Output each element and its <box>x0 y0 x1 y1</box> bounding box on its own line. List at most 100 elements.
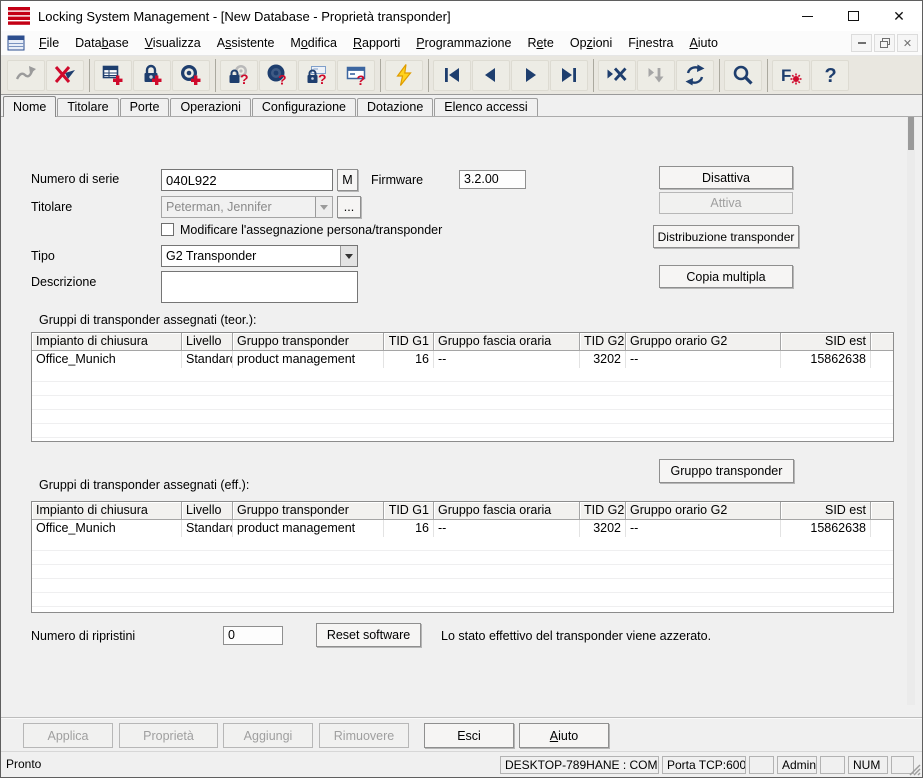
read-lock-button[interactable]: ? <box>220 60 258 91</box>
last-record-button[interactable] <box>550 60 588 91</box>
scrollbar-thumb[interactable] <box>908 117 914 150</box>
col-fascia-oraria[interactable]: Gruppo fascia oraria <box>434 502 580 520</box>
menu-modifica[interactable]: Modifica <box>282 33 345 54</box>
new-transponder-button[interactable] <box>172 60 210 91</box>
toolbar-separator <box>89 59 90 92</box>
col-fascia-oraria[interactable]: Gruppo fascia oraria <box>434 333 580 351</box>
menu-programmazione[interactable]: Programmazione <box>408 33 519 54</box>
new-locking-system-button[interactable] <box>94 60 132 91</box>
resize-grip-icon[interactable] <box>907 762 921 776</box>
search-button[interactable] <box>724 60 762 91</box>
mdi-close-button[interactable]: ✕ <box>897 34 918 52</box>
reset-count-label: Numero di ripristini <box>31 629 135 643</box>
maximize-button[interactable] <box>830 1 876 31</box>
table-row[interactable]: Office_Munich Standard product managemen… <box>32 520 893 537</box>
cell: 16 <box>384 351 434 368</box>
read-network-icon: ? <box>344 63 368 87</box>
menu-visualizza[interactable]: Visualizza <box>137 33 209 54</box>
post-record-button <box>637 60 675 91</box>
connect-button <box>7 60 45 91</box>
menu-rapporti[interactable]: Rapporti <box>345 33 408 54</box>
col-impianto[interactable]: Impianto di chiusura <box>32 333 182 351</box>
m-button[interactable]: M <box>337 169 358 191</box>
minimize-button[interactable] <box>784 1 830 31</box>
menu-aiuto[interactable]: Aiuto <box>681 33 726 54</box>
menu-database[interactable]: Database <box>67 33 137 54</box>
menu-finestra[interactable]: Finestra <box>620 33 681 54</box>
read-transponder-icon: ? <box>266 63 290 87</box>
program-icon <box>392 63 416 87</box>
col-sid-est[interactable]: SID est <box>781 333 871 351</box>
cell: product management <box>233 351 384 368</box>
filter-button[interactable]: F <box>772 60 810 91</box>
tab-dotazione[interactable]: Dotazione <box>357 98 433 116</box>
activate-button: Attiva <box>659 192 793 214</box>
distribute-transponder-button[interactable]: Distribuzione transponder <box>653 225 799 248</box>
mdi-restore-button[interactable] <box>874 34 895 52</box>
col-filler <box>871 333 893 351</box>
read-g2-lock-icon: ? <box>305 63 329 87</box>
exit-button[interactable]: Esci <box>424 723 514 748</box>
reset-software-button[interactable]: Reset software <box>316 623 421 647</box>
close-button[interactable]: ✕ <box>876 1 922 31</box>
col-tid-g1[interactable]: TID G1 <box>384 333 434 351</box>
tab-titolare[interactable]: Titolare <box>57 98 118 116</box>
table-row[interactable]: Office_Munich Standard product managemen… <box>32 351 893 368</box>
menu-assistente[interactable]: Assistente <box>209 33 283 54</box>
tab-configurazione[interactable]: Configurazione <box>252 98 356 116</box>
menu-file[interactable]: File <box>31 33 67 54</box>
maximize-icon <box>848 11 859 21</box>
status-host: DESKTOP-789HANE : COM(*) <box>500 756 659 774</box>
tab-porte[interactable]: Porte <box>120 98 170 116</box>
tab-nome[interactable]: Nome <box>3 96 56 117</box>
col-gruppo-orario-g2[interactable]: Gruppo orario G2 <box>626 333 781 351</box>
tab-operazioni[interactable]: Operazioni <box>170 98 250 116</box>
change-assignment-checkbox[interactable] <box>161 223 174 236</box>
multi-copy-button[interactable]: Copia multipla <box>659 265 793 288</box>
tabstrip: Nome Titolare Porte Operazioni Configura… <box>1 95 922 117</box>
col-tid-g2[interactable]: TID G2 <box>580 502 626 520</box>
previous-record-button[interactable] <box>472 60 510 91</box>
mdi-minimize-button[interactable] <box>851 34 872 52</box>
col-tid-g1[interactable]: TID G1 <box>384 502 434 520</box>
serial-input[interactable] <box>161 169 333 191</box>
col-tid-g2[interactable]: TID G2 <box>580 333 626 351</box>
col-gruppo-orario-g2[interactable]: Gruppo orario G2 <box>626 502 781 520</box>
col-livello[interactable]: Livello <box>182 333 233 351</box>
type-select[interactable]: G2 Transponder <box>161 245 358 267</box>
new-lock-icon <box>140 63 164 87</box>
help-footer-button[interactable]: Aiuto <box>519 723 609 748</box>
program-button[interactable] <box>385 60 423 91</box>
col-impianto[interactable]: Impianto di chiusura <box>32 502 182 520</box>
cancel-record-button[interactable] <box>598 60 636 91</box>
deactivate-button[interactable]: Disattiva <box>659 166 793 189</box>
apply-button: Applica <box>23 723 113 748</box>
disconnect-button[interactable] <box>46 60 84 91</box>
toolbar-separator <box>767 59 768 92</box>
chevron-down-icon <box>340 246 357 266</box>
col-gruppo-transponder[interactable]: Gruppo transponder <box>233 333 384 351</box>
vertical-scrollbar[interactable] <box>907 117 915 705</box>
type-label: Tipo <box>31 249 55 263</box>
next-record-button[interactable] <box>511 60 549 91</box>
read-g2-lock-button[interactable]: ? <box>298 60 336 91</box>
mdi-restore-icon <box>880 38 890 48</box>
first-record-button[interactable] <box>433 60 471 91</box>
cancel-record-icon <box>605 63 629 87</box>
read-transponder-button[interactable]: ? <box>259 60 297 91</box>
col-sid-est[interactable]: SID est <box>781 502 871 520</box>
description-input[interactable] <box>161 271 358 303</box>
help-button[interactable]: ? <box>811 60 849 91</box>
tab-elenco-accessi[interactable]: Elenco accessi <box>434 98 537 116</box>
read-network-button[interactable]: ? <box>337 60 375 91</box>
transponder-group-button[interactable]: Gruppo transponder <box>659 459 794 483</box>
new-lock-button[interactable] <box>133 60 171 91</box>
col-gruppo-transponder[interactable]: Gruppo transponder <box>233 502 384 520</box>
menu-rete[interactable]: Rete <box>519 33 561 54</box>
cell: product management <box>233 520 384 537</box>
browse-owner-button[interactable]: ... <box>337 196 361 218</box>
search-icon <box>731 63 755 87</box>
col-livello[interactable]: Livello <box>182 502 233 520</box>
menu-opzioni[interactable]: Opzioni <box>562 33 620 54</box>
refresh-button[interactable] <box>676 60 714 91</box>
